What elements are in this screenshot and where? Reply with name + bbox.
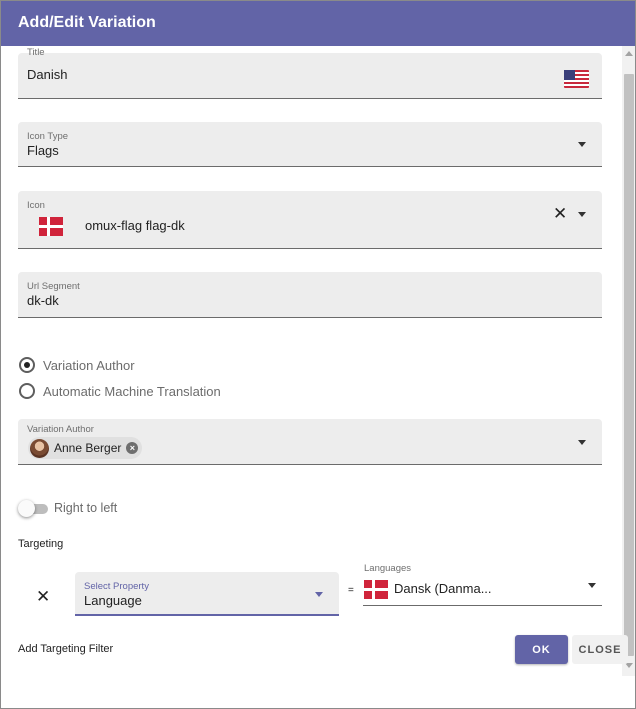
add-edit-variation-dialog: Add/Edit Variation Title Danish Icon Typ…: [0, 0, 636, 709]
url-segment-label: Url Segment: [27, 281, 80, 292]
select-property-value: Language: [84, 593, 142, 608]
author-chip: Anne Berger ×: [28, 437, 143, 459]
radio-label: Automatic Machine Translation: [43, 384, 221, 399]
scrollbar[interactable]: [622, 46, 635, 676]
operator-equals: =: [348, 585, 354, 596]
icon-value: omux-flag flag-dk: [85, 218, 185, 233]
add-targeting-filter-link[interactable]: Add Targeting Filter: [18, 643, 113, 655]
author-chip-label: Anne Berger: [54, 441, 122, 455]
radio-button[interactable]: [19, 357, 35, 373]
remove-chip-icon[interactable]: ×: [126, 442, 139, 454]
close-button[interactable]: CLOSE: [572, 635, 628, 664]
clear-icon[interactable]: ✕: [553, 205, 567, 222]
dialog-content: Title Danish Icon Type Flags Icon omux-f…: [1, 46, 621, 676]
title-field[interactable]: Title Danish: [18, 47, 602, 99]
dialog-header: Add/Edit Variation: [1, 1, 635, 46]
ok-button[interactable]: OK: [515, 635, 568, 664]
title-field-value: Danish: [27, 67, 68, 82]
variation-author-label: Variation Author: [27, 424, 94, 435]
title-field-label: Title: [27, 47, 45, 58]
select-property-label: Select Property: [84, 581, 149, 592]
icon-type-select[interactable]: Icon Type Flags: [18, 122, 602, 167]
scroll-thumb[interactable]: [624, 74, 634, 656]
radio-button[interactable]: [19, 383, 35, 399]
rtl-toggle-label: Right to left: [54, 501, 118, 515]
url-segment-value: dk-dk: [27, 293, 59, 308]
languages-label: Languages: [364, 563, 412, 574]
radio-label: Variation Author: [43, 358, 135, 373]
targeting-heading: Targeting: [18, 538, 64, 550]
icon-label: Icon: [27, 200, 45, 211]
remove-filter-icon[interactable]: ✕: [36, 588, 50, 605]
chevron-down-icon[interactable]: [588, 583, 596, 588]
chevron-down-icon[interactable]: [578, 440, 586, 445]
dk-flag-icon: [39, 217, 63, 236]
select-property-dropdown[interactable]: Select Property Language: [75, 572, 339, 616]
chevron-down-icon[interactable]: [315, 592, 323, 597]
icon-type-label: Icon Type: [27, 131, 69, 142]
us-flag-icon: [564, 70, 589, 88]
url-segment-field[interactable]: Url Segment dk-dk: [18, 272, 602, 318]
dk-flag-icon: [364, 580, 388, 599]
chevron-down-icon[interactable]: [578, 212, 586, 217]
rtl-toggle[interactable]: [18, 500, 49, 517]
icon-select[interactable]: Icon omux-flag flag-dk ✕: [18, 191, 602, 249]
chevron-down-icon[interactable]: [578, 142, 586, 147]
languages-value: Dansk (Danma...: [394, 581, 492, 596]
avatar: [30, 438, 49, 458]
icon-type-value: Flags: [27, 143, 59, 158]
dialog-title: Add/Edit Variation: [18, 14, 156, 31]
variation-author-select[interactable]: Variation Author Anne Berger ×: [18, 419, 602, 465]
scroll-up-icon[interactable]: [625, 51, 633, 56]
languages-select[interactable]: Languages Dansk (Danma...: [363, 560, 602, 606]
